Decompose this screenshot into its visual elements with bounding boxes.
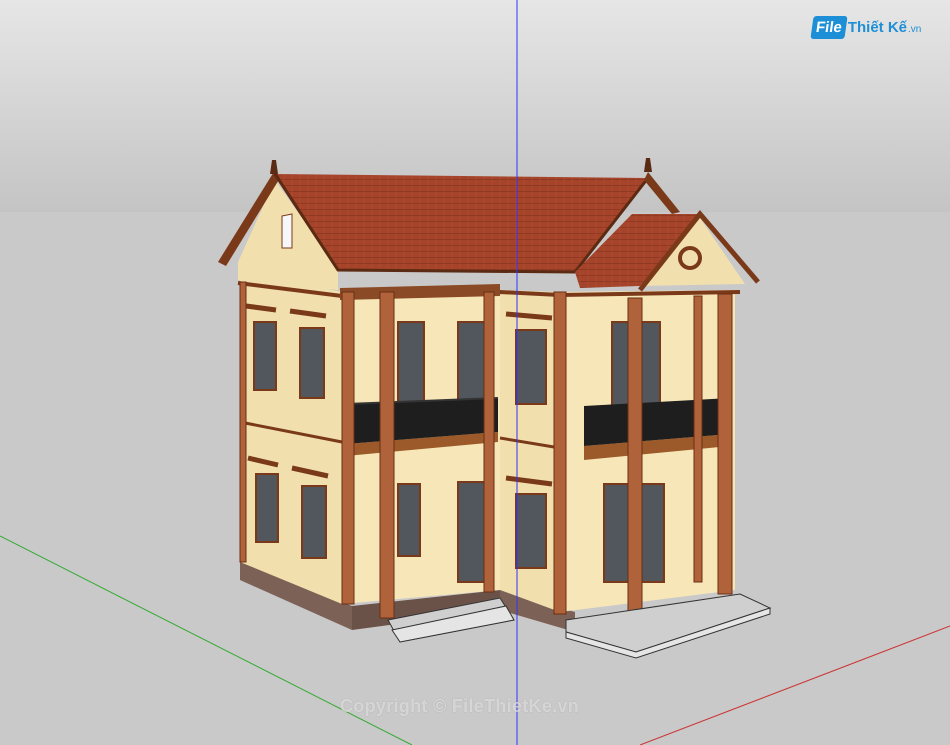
villa-model[interactable] — [218, 158, 772, 659]
copyright-watermark: Copyright © FileThietKe.vn — [340, 696, 580, 716]
logo-ext-text: .vn — [908, 24, 922, 35]
gable-vent — [281, 213, 293, 249]
logo-main-text: Thiết Kế — [847, 18, 908, 36]
site-logo[interactable]: File Thiết Kế .vn — [810, 12, 922, 42]
sketchup-viewport[interactable]: File Thiết Kế .vn Copyright © FileThietK… — [0, 0, 950, 745]
logo-box-text: File — [810, 15, 848, 39]
3d-scene[interactable] — [0, 0, 950, 745]
